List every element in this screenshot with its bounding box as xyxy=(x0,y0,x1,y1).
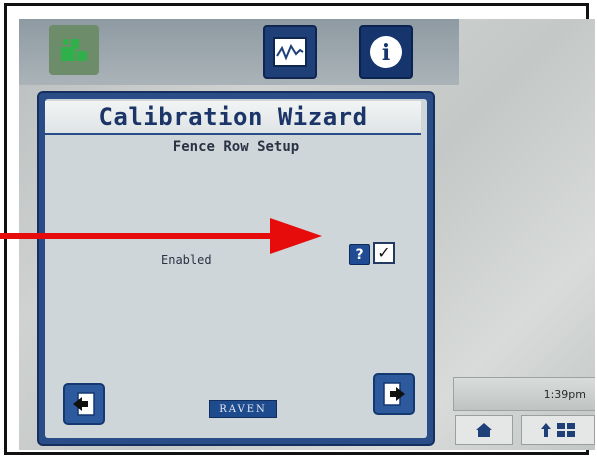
home-icon xyxy=(476,423,492,437)
calibration-wizard-dialog: Calibration Wizard Fence Row Setup Enabl… xyxy=(37,91,435,446)
info-button[interactable]: i xyxy=(359,25,413,79)
next-button[interactable] xyxy=(373,373,415,415)
graph-button[interactable] xyxy=(263,25,317,79)
annotation-arrow-shaft xyxy=(0,233,275,239)
dialog-title-bar: Calibration Wizard xyxy=(45,101,421,135)
machine-config-icon xyxy=(61,39,87,61)
graph-icon xyxy=(273,37,307,67)
dialog-title: Calibration Wizard xyxy=(98,103,368,131)
back-page-icon xyxy=(73,392,95,416)
dialog-subtitle: Fence Row Setup xyxy=(172,139,300,155)
enabled-checkbox[interactable]: ✓ xyxy=(373,242,395,264)
machine-config-button[interactable] xyxy=(49,25,99,75)
svg-text:i: i xyxy=(382,40,390,66)
back-button[interactable] xyxy=(63,383,105,425)
info-icon: i xyxy=(370,36,402,68)
enabled-label: Enabled xyxy=(161,253,212,267)
up-arrow-icon xyxy=(541,423,551,437)
home-button[interactable] xyxy=(455,415,513,445)
top-toolbar: i xyxy=(19,19,459,85)
layout-button[interactable] xyxy=(521,415,595,445)
clock-display: 1:39pm xyxy=(453,377,595,411)
raven-logo: RAVEN xyxy=(209,400,277,418)
next-page-icon xyxy=(383,382,405,406)
annotation-arrow-head xyxy=(270,218,322,254)
grid-icon xyxy=(557,423,575,437)
help-button[interactable]: ? xyxy=(349,244,370,265)
